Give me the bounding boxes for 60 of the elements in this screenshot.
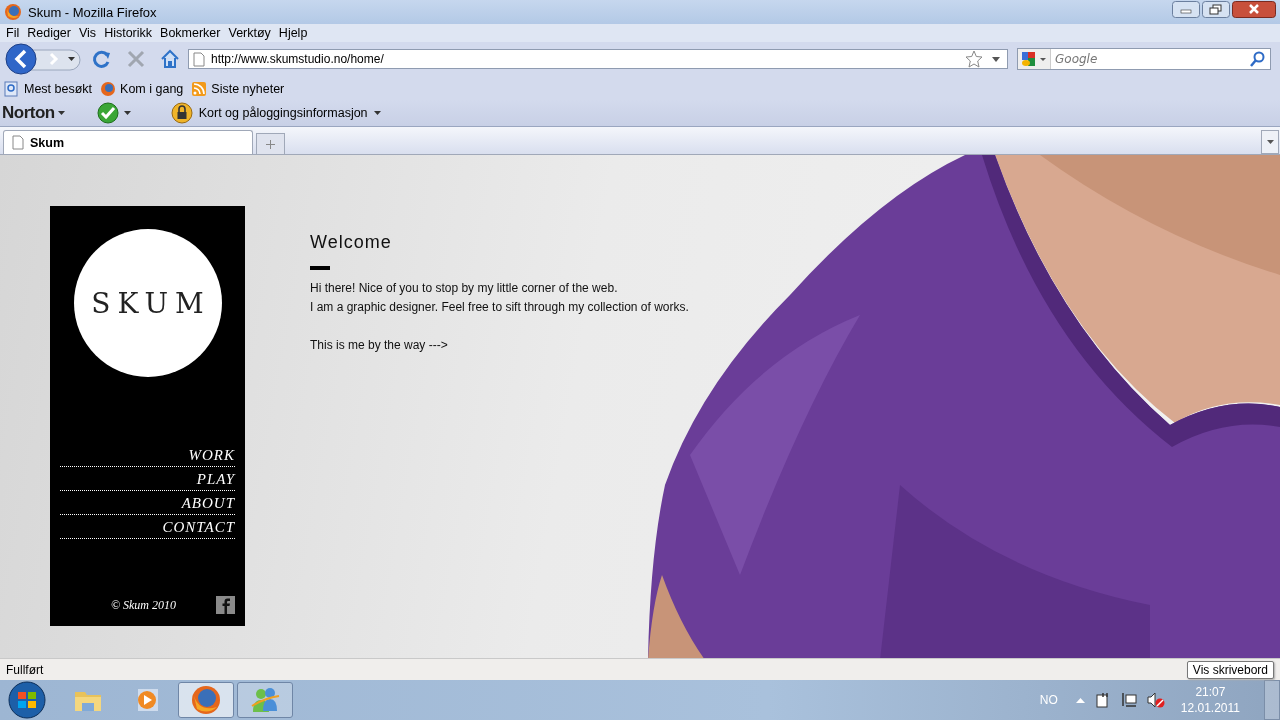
- dropdown-arrow-icon[interactable]: [57, 111, 65, 115]
- close-button[interactable]: [1232, 1, 1276, 18]
- search-field[interactable]: Google: [1017, 48, 1271, 70]
- bookmark-page-icon: [4, 81, 20, 97]
- nav-link[interactable]: WORK: [60, 443, 235, 467]
- menu-item[interactable]: Verktøy: [224, 26, 275, 40]
- status-text: Fullført: [6, 662, 44, 677]
- menu-item[interactable]: Hjelp: [274, 26, 312, 40]
- new-tab-button[interactable]: [256, 133, 285, 154]
- nav-link[interactable]: ABOUT: [60, 491, 235, 515]
- muted-speaker-icon[interactable]: [1146, 692, 1165, 708]
- back-button[interactable]: [4, 43, 84, 75]
- plus-icon: [266, 139, 275, 149]
- norton-logo[interactable]: Norton: [2, 103, 55, 123]
- address-field[interactable]: http://www.skumstudio.no/home/: [188, 49, 1008, 69]
- search-engine-icon[interactable]: [1018, 49, 1051, 69]
- dropdown-arrow-icon[interactable]: [123, 111, 131, 115]
- tab-list-button[interactable]: [1261, 130, 1279, 154]
- padlock-icon[interactable]: [170, 102, 195, 124]
- clock-time: 21:07: [1195, 684, 1226, 700]
- menu-item[interactable]: Bokmerker: [156, 26, 225, 40]
- intro-text: Hi there! Nice of you to stop by my little corner of the web.: [310, 280, 619, 297]
- dropdown-arrow-icon: [1266, 140, 1274, 144]
- firefox-icon: [4, 3, 22, 21]
- window-title: Skum - Mozilla Firefox: [28, 4, 157, 20]
- intro-text: This is me by the way --->: [310, 337, 449, 354]
- dropdown-arrow-icon[interactable]: [992, 56, 1000, 62]
- search-icon[interactable]: [1250, 51, 1266, 67]
- restore-button[interactable]: [1202, 1, 1230, 18]
- copyright-text: © Skum 2010: [110, 597, 176, 613]
- bookmark-link[interactable]: Siste nyheter: [191, 81, 285, 97]
- minimize-button[interactable]: [1172, 1, 1200, 18]
- dropdown-arrow-icon[interactable]: [373, 111, 381, 115]
- nav-link[interactable]: CONTACT: [60, 515, 235, 539]
- browser-tab[interactable]: Skum: [3, 130, 253, 154]
- clock-date: 12.01.2011: [1180, 700, 1240, 716]
- home-icon[interactable]: [160, 49, 180, 69]
- intro-text: I am a graphic designer. Feel free to sift through my collection of works.: [310, 299, 689, 316]
- menu-item[interactable]: Rediger: [23, 26, 75, 40]
- page-heading: Welcome: [310, 232, 393, 253]
- firefox-icon: [100, 81, 117, 97]
- bookmark-link[interactable]: Kom i gang: [100, 81, 184, 97]
- firefox-icon: [190, 684, 222, 716]
- facebook-icon[interactable]: [216, 596, 235, 614]
- menu-item[interactable]: Vis: [75, 26, 101, 40]
- menu-item[interactable]: Fil: [2, 26, 24, 40]
- menu-item[interactable]: Historikk: [100, 26, 157, 40]
- login-menu[interactable]: Kort og påloggingsinformasjon: [198, 106, 368, 120]
- network-icon[interactable]: [1120, 692, 1137, 708]
- nav-link[interactable]: PLAY: [60, 467, 235, 491]
- bookmark-link[interactable]: Mest besøkt: [4, 81, 93, 97]
- page-icon: [193, 51, 205, 67]
- taskbar-button[interactable]: [178, 682, 234, 718]
- site-logo[interactable]: SKUM: [73, 229, 222, 377]
- tooltip: Vis skrivebord: [1186, 661, 1274, 680]
- rss-icon: [191, 81, 208, 97]
- star-icon[interactable]: [965, 50, 983, 68]
- checkmark-icon[interactable]: [96, 102, 121, 124]
- page-icon: [12, 135, 24, 150]
- reload-icon[interactable]: [92, 49, 112, 69]
